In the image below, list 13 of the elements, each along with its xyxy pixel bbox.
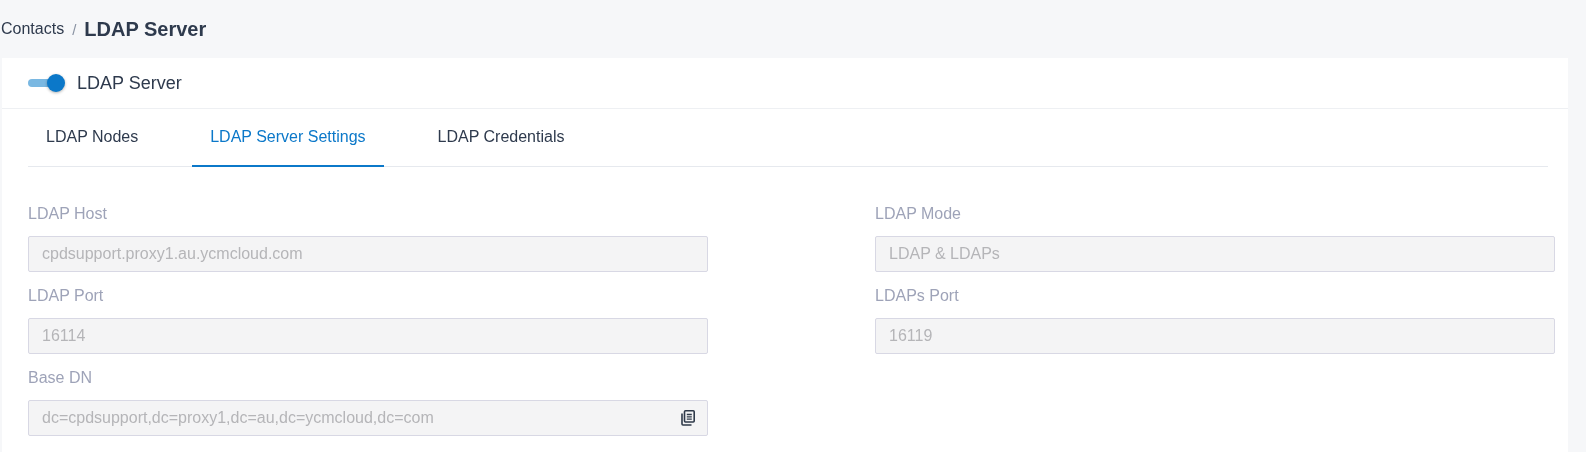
- breadcrumb-separator: /: [72, 20, 77, 38]
- tab[interactable]: LDAP Server Settings: [192, 109, 384, 167]
- tab[interactable]: LDAP Credentials: [419, 109, 583, 167]
- page-title: LDAP Server: [84, 17, 207, 41]
- breadcrumb-link[interactable]: Contacts: [1, 20, 65, 38]
- field-label: LDAP Port: [28, 287, 105, 305]
- field-label: LDAP Host: [28, 205, 108, 223]
- toggle-label: LDAP Server: [77, 72, 182, 94]
- field-label: Base DN: [28, 369, 94, 387]
- field-label: LDAP Mode: [875, 205, 962, 223]
- tab[interactable]: LDAP Nodes: [28, 109, 157, 167]
- toggle-switch[interactable]: [28, 73, 65, 93]
- field-label: LDAPs Port: [875, 287, 960, 305]
